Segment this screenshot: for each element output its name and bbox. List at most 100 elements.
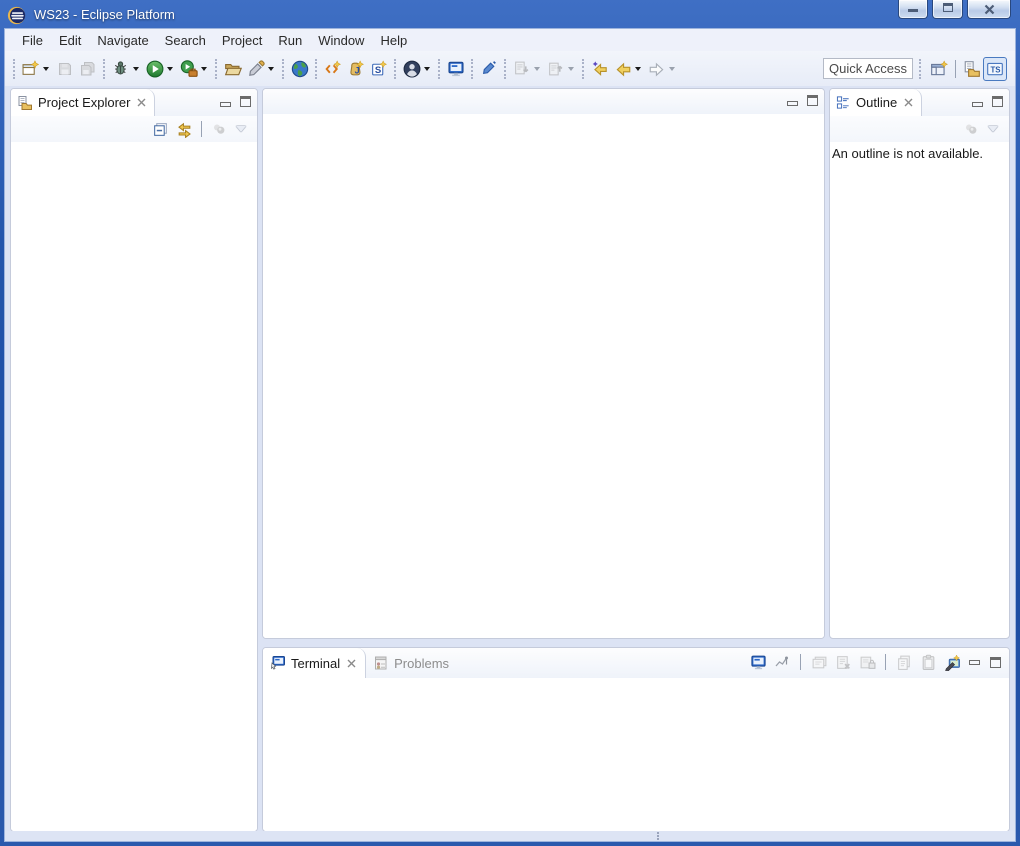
save-icon <box>57 61 73 77</box>
terminal-tab-label: Terminal <box>291 656 340 671</box>
new-code-file-icon <box>324 60 341 77</box>
editor-content[interactable] <box>263 114 824 639</box>
forward-dropdown-arrow <box>669 67 675 71</box>
editor-minimize-button[interactable] <box>787 101 798 106</box>
open-folder-icon <box>224 60 242 78</box>
view-menu-button[interactable] <box>988 126 998 132</box>
back-dropdown-arrow[interactable] <box>635 67 641 71</box>
forward-button <box>645 57 668 81</box>
menu-help[interactable]: Help <box>372 31 415 50</box>
menu-window[interactable]: Window <box>310 31 372 50</box>
window-close-button[interactable] <box>967 0 1011 19</box>
maximize-icon <box>943 3 953 12</box>
menu-project[interactable]: Project <box>214 31 270 50</box>
next-annotation-icon <box>513 60 530 77</box>
terminal-close-button[interactable] <box>347 659 356 668</box>
new-java-file-button[interactable]: J <box>344 57 367 81</box>
project-explorer-toolbar <box>11 116 257 142</box>
menu-run[interactable]: Run <box>270 31 310 50</box>
outline-minimize-button[interactable] <box>972 102 983 107</box>
open-terminal-button[interactable] <box>444 57 467 81</box>
menu-edit[interactable]: Edit <box>51 31 89 50</box>
external-tools-dropdown-arrow[interactable] <box>201 67 207 71</box>
outline-message: An outline is not available. <box>830 142 1009 161</box>
web-browser-button[interactable] <box>288 57 311 81</box>
terminal-toolbar <box>747 651 1005 673</box>
focus-task-button <box>959 118 983 140</box>
terminal-maximize-button[interactable] <box>990 657 1001 668</box>
debug-button[interactable] <box>109 57 132 81</box>
pen-dropdown-arrow[interactable] <box>268 67 274 71</box>
back-button[interactable] <box>611 57 634 81</box>
terminal-settings-button[interactable] <box>941 651 963 673</box>
window-maximize-button[interactable] <box>932 0 963 19</box>
terminal-panel: Terminal <box>262 647 1010 832</box>
focus-task-icon <box>211 121 227 137</box>
outline-title: Outline <box>856 95 897 110</box>
status-drag-handle[interactable] <box>657 832 660 840</box>
menu-file[interactable]: File <box>14 31 51 50</box>
disconnect-icon <box>835 654 852 671</box>
open-terminal-view-button[interactable] <box>747 651 769 673</box>
user-profile-button[interactable] <box>400 57 423 81</box>
debug-dropdown-arrow[interactable] <box>133 67 139 71</box>
window-minimize-button[interactable] <box>898 0 928 19</box>
problems-tab-icon <box>373 655 389 671</box>
user-profile-dropdown-arrow[interactable] <box>424 67 430 71</box>
view-menu-button[interactable] <box>236 126 246 132</box>
quick-access-input[interactable]: Quick Access <box>823 58 913 79</box>
run-button[interactable] <box>143 57 166 81</box>
resource-perspective-icon <box>963 60 981 78</box>
web-browser-icon <box>291 60 309 78</box>
tab-outline[interactable]: Outline <box>830 89 922 116</box>
minimize-view-button[interactable] <box>220 102 231 107</box>
new-terminal-view-button <box>808 651 830 673</box>
last-edit-location-button[interactable] <box>588 57 611 81</box>
new-terminal-view-icon <box>811 654 828 671</box>
previous-annotation-icon <box>547 60 564 77</box>
tab-problems[interactable]: Problems <box>366 648 458 678</box>
terminal-content[interactable] <box>263 678 1009 832</box>
tab-terminal[interactable]: Terminal <box>263 648 366 678</box>
project-explorer-panel: Project Explorer <box>10 88 258 832</box>
eclipse-logo-icon <box>7 6 26 25</box>
link-with-editor-button[interactable] <box>172 118 196 140</box>
tab-project-explorer[interactable]: Project Explorer <box>11 89 155 116</box>
outline-toolbar <box>830 116 1009 142</box>
ts-perspective-button[interactable]: TS <box>983 57 1007 81</box>
disconnect-button <box>832 651 854 673</box>
command-input-button[interactable] <box>771 651 793 673</box>
menu-navigate[interactable]: Navigate <box>89 31 156 50</box>
open-folder-button[interactable] <box>221 57 244 81</box>
link-with-editor-icon <box>176 121 193 138</box>
mark-occurrences-button[interactable] <box>477 57 500 81</box>
new-wizard-button[interactable] <box>19 57 42 81</box>
menu-search[interactable]: Search <box>157 31 214 50</box>
problems-tab-label: Problems <box>394 656 449 671</box>
new-dropdown-arrow[interactable] <box>43 67 49 71</box>
maximize-view-button[interactable] <box>240 96 251 107</box>
title-bar[interactable]: WS23 - Eclipse Platform <box>0 0 1020 28</box>
pen-button[interactable] <box>244 57 267 81</box>
terminal-minimize-button[interactable] <box>969 660 980 665</box>
open-perspective-button[interactable] <box>927 57 950 81</box>
external-tools-button[interactable] <box>177 57 200 81</box>
new-snippet-file-button[interactable]: S <box>367 57 390 81</box>
project-explorer-close-button[interactable] <box>137 98 146 107</box>
editor-maximize-button[interactable] <box>807 95 818 106</box>
back-arrow-icon <box>614 60 632 78</box>
project-explorer-content[interactable] <box>11 142 257 832</box>
focus-task-icon <box>963 121 979 137</box>
scroll-lock-icon <box>859 654 876 671</box>
run-dropdown-arrow[interactable] <box>167 67 173 71</box>
close-tab-icon <box>137 98 146 107</box>
workbench-frame: File Edit Navigate Search Project Run Wi… <box>4 28 1016 842</box>
save-button <box>53 57 76 81</box>
outline-tabrow: Outline <box>830 89 1009 116</box>
collapse-all-button[interactable] <box>148 118 172 140</box>
outline-close-button[interactable] <box>904 98 913 107</box>
outline-maximize-button[interactable] <box>992 96 1003 107</box>
resource-perspective-button[interactable] <box>961 58 983 80</box>
project-explorer-title: Project Explorer <box>38 95 130 110</box>
new-code-file-button[interactable] <box>321 57 344 81</box>
